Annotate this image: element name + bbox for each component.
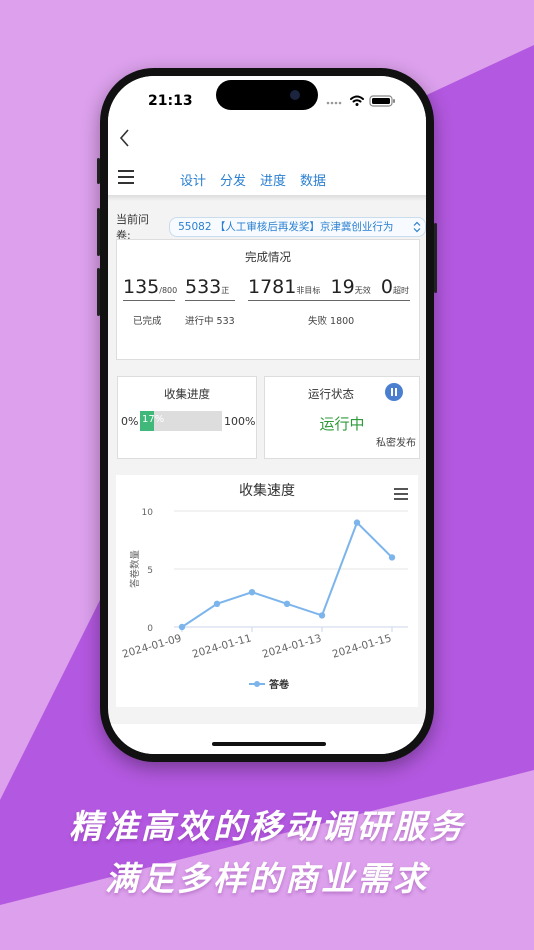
tab-data[interactable]: 数据: [300, 170, 326, 194]
completion-card: 完成情况 135/800 533正 1781非目标 19无效 0超时 已完成 进…: [116, 239, 420, 360]
in-progress-unit: 正: [221, 286, 230, 295]
home-indicator: [212, 742, 326, 746]
select-arrows-icon: [413, 221, 421, 233]
run-status-card: 运行状态 运行中 私密发布: [264, 376, 420, 459]
status-icons: [326, 95, 395, 107]
progress-title: 收集进度: [164, 387, 210, 401]
app-screen: 21:13 设计 分发 进度 数据 当前问卷: 55082 【人工审核后再发奖】…: [108, 76, 426, 754]
phone-frame: 21:13 设计 分发 进度 数据 当前问卷: 55082 【人工审核后再发奖】…: [97, 68, 437, 762]
y-tick-label: 0: [147, 624, 153, 634]
data-point: [178, 623, 186, 631]
phone-side-button: [97, 208, 100, 256]
legend-label: 答卷: [268, 678, 290, 691]
progress-min-label: 0%: [121, 415, 139, 428]
stat-done: 135/800: [123, 276, 178, 301]
back-chevron-icon[interactable]: [116, 126, 136, 150]
collection-progress-card: 收集进度 0% 17% 100%: [117, 376, 257, 459]
non-target-unit: 非目标: [296, 286, 321, 295]
x-tick-label: 2024-01-13: [261, 632, 323, 660]
run-state: 运行中: [319, 415, 365, 433]
signal-icon: [326, 101, 342, 105]
stat-failed-group: 1781非目标 19无效 0超时: [248, 276, 410, 301]
tagline-primary: 精准高效的移动调研服务: [69, 807, 465, 846]
data-point: [388, 554, 396, 561]
collection-speed-chart-card: 收集速度 0 5 10 答卷数量 2024-01-09 2024-01-11 2024-01…: [116, 475, 418, 707]
wifi-dot: [355, 103, 359, 106]
publish-mode: 私密发布: [376, 438, 416, 449]
done-count: 135: [123, 276, 160, 298]
progress-max-label: 100%: [224, 415, 256, 428]
camera-icon: [290, 90, 300, 100]
phone-side-button: [97, 158, 100, 184]
line-chart: 0 5 10 答卷数量 2024-01-09 2024-01-11 2024-01-13 20…: [121, 508, 408, 691]
timeout-unit: 超时: [392, 286, 409, 295]
y-tick-label: 10: [142, 508, 154, 518]
done-label: 已完成: [133, 316, 162, 327]
tab-progress[interactable]: 进度: [258, 170, 289, 200]
header-divider: [108, 195, 426, 201]
run-status-title: 运行状态: [308, 387, 354, 401]
survey-select[interactable]: 55082 【人工审核后再发奖】京津冀创业行为: [169, 217, 426, 237]
tab-distribute[interactable]: 分发: [220, 170, 246, 194]
in-progress-label: 进行中 533: [185, 316, 235, 327]
timeout-count: 0: [380, 276, 393, 298]
data-point: [353, 519, 361, 526]
phone-side-button: [97, 268, 100, 316]
data-point: [318, 612, 326, 619]
battery-icon: [369, 95, 395, 107]
series-line-答卷: [181, 520, 393, 628]
tagline-secondary: 满足多样的商业需求: [105, 859, 429, 898]
y-axis-label: 答卷数量: [129, 550, 141, 589]
failed-label: 失败 1800: [308, 316, 355, 327]
dynamic-island: [216, 80, 318, 110]
progress-bar: 17%: [140, 411, 222, 431]
in-progress-count: 533: [185, 276, 222, 298]
pause-icon[interactable]: [385, 383, 403, 401]
phone-side-button: [434, 223, 437, 293]
done-total: /800: [159, 286, 178, 295]
data-point: [213, 600, 221, 607]
invalid-count: 19: [330, 276, 355, 298]
stat-in-progress: 533正: [185, 276, 235, 301]
data-point: [248, 589, 256, 596]
invalid-unit: 无效: [354, 286, 371, 295]
survey-selected-value: 55082 【人工审核后再发奖】京津冀创业行为: [178, 221, 394, 233]
tab-bar: 设计 分发 进度 数据: [180, 170, 326, 200]
non-target-count: 1781: [248, 276, 297, 298]
legend-marker: [254, 681, 260, 687]
completion-title: 完成情况: [245, 250, 291, 264]
progress-value-label: 17%: [142, 414, 165, 425]
status-time: 21:13: [148, 93, 193, 109]
y-tick-label: 5: [147, 566, 153, 576]
wifi-icon: [350, 95, 364, 103]
x-tick-label: 2024-01-15: [331, 632, 393, 660]
x-tick-label: 2024-01-11: [191, 632, 253, 660]
data-point: [283, 600, 291, 607]
bottom-safe-area: [108, 724, 426, 754]
tab-design[interactable]: 设计: [180, 170, 206, 194]
menu-icon[interactable]: [118, 170, 134, 184]
x-tick-label: 2024-01-09: [121, 632, 183, 660]
